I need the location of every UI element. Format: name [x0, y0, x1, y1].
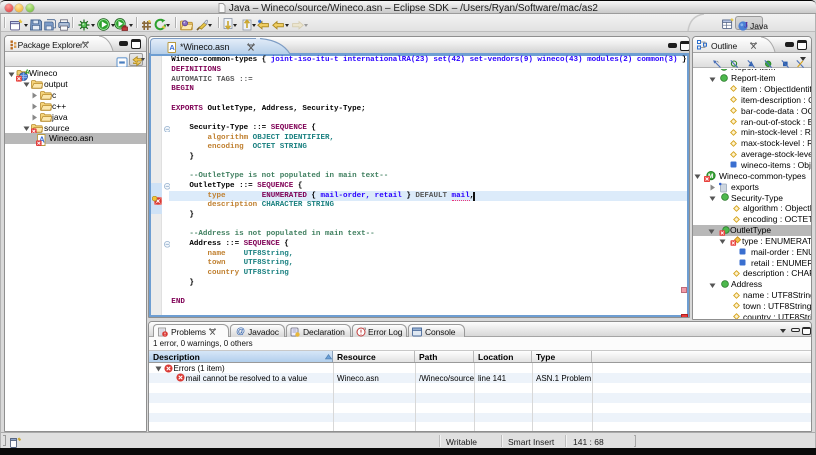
svg-text:A: A [169, 43, 175, 52]
svg-text:J: J [744, 21, 748, 30]
